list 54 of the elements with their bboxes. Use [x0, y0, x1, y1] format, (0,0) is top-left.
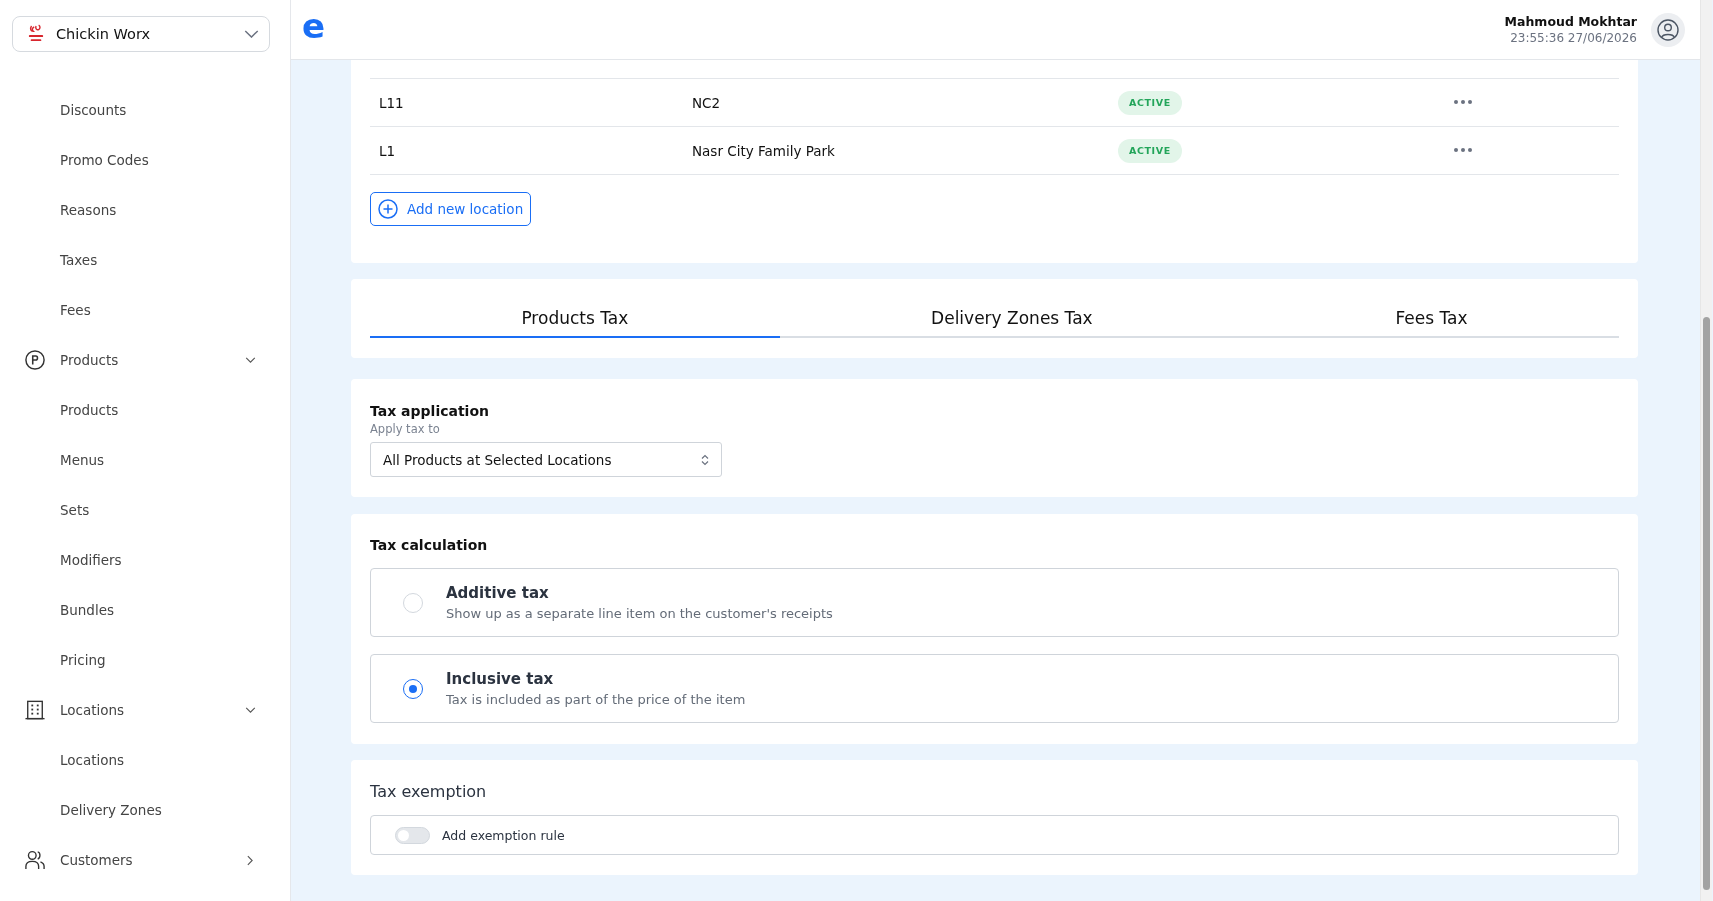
timestamp: 23:55:36 27/06/2026 [1510, 29, 1637, 47]
sidebar-item[interactable]: Reasons [0, 185, 127, 235]
sidebar-item[interactable]: Pricing [0, 635, 116, 685]
status-badge: ACTIVE [1118, 90, 1182, 115]
table-cell: L1 [379, 142, 396, 159]
tax-option[interactable]: Inclusive tax Tax is included as part of the price of the item [370, 654, 1619, 723]
building-icon [25, 700, 45, 720]
user-avatar-icon[interactable] [1651, 12, 1685, 47]
more-icon[interactable] [1454, 147, 1472, 152]
sidebar-item[interactable]: Fees [0, 285, 101, 335]
table-cell: L11 [379, 94, 404, 111]
toggle-label: Add exemption rule [442, 827, 565, 843]
more-icon[interactable] [1454, 99, 1472, 104]
sidebar-group[interactable]: Locations [0, 685, 290, 735]
sidebar-item[interactable]: Locations [0, 735, 135, 785]
scrollbar-thumb[interactable] [1703, 317, 1710, 890]
section-title: Tax application [370, 402, 489, 421]
sidebar-item[interactable]: Promo Codes [0, 135, 159, 185]
option-description: Show up as a separate line item on the customer's receipts [446, 604, 833, 623]
sidebar-item[interactable]: Discounts [0, 85, 137, 135]
field-label: Apply tax to [370, 421, 440, 437]
tax-option[interactable]: Additive tax Show up as a separate line item on the customer's receipts [370, 568, 1619, 637]
sidebar-item[interactable]: Bundles [0, 585, 125, 635]
sidebar-item[interactable]: Delivery Zones [0, 785, 172, 835]
section-title: Tax exemption [370, 781, 487, 803]
section-title: Tax calculation [370, 536, 488, 555]
sidebar-item[interactable]: Taxes [0, 235, 108, 285]
sidebar-item[interactable]: Menus [0, 435, 115, 485]
tab[interactable]: Fees Tax [1244, 307, 1619, 338]
p-circle-icon [25, 350, 45, 370]
option-description: Tax is included as part of the price of the item [446, 690, 746, 709]
sidebar-item[interactable]: Modifiers [0, 535, 132, 585]
tab[interactable]: Products Tax [370, 307, 780, 338]
toggle-switch[interactable] [395, 826, 430, 844]
plus-circle-icon [378, 199, 398, 219]
chevron-down-icon [244, 30, 259, 38]
add-location-button[interactable]: Add new location [370, 192, 532, 226]
user-name: Mahmoud Mokhtar [1504, 12, 1637, 30]
sidebar-group[interactable]: Products [0, 335, 290, 385]
users-icon [25, 850, 45, 870]
account-switcher[interactable]: Chickin Worx [12, 16, 270, 52]
brand-logo[interactable]: e [302, 10, 326, 41]
option-title: Inclusive tax [446, 668, 555, 689]
table-cell: Nasr City Family Park [692, 142, 835, 159]
tab[interactable]: Delivery Zones Tax [779, 307, 1245, 338]
sidebar-item[interactable]: Sets [0, 485, 100, 535]
chevron-up-down-icon [701, 453, 709, 466]
brand-logo-icon [28, 24, 44, 44]
option-title: Additive tax [446, 582, 550, 603]
sidebar-group[interactable]: Customers [0, 835, 290, 885]
sidebar-item[interactable]: Products [0, 385, 129, 435]
status-badge: ACTIVE [1118, 138, 1182, 163]
table-cell: NC2 [692, 94, 721, 111]
apply-tax-select[interactable]: All Products at Selected Locations [370, 442, 722, 477]
